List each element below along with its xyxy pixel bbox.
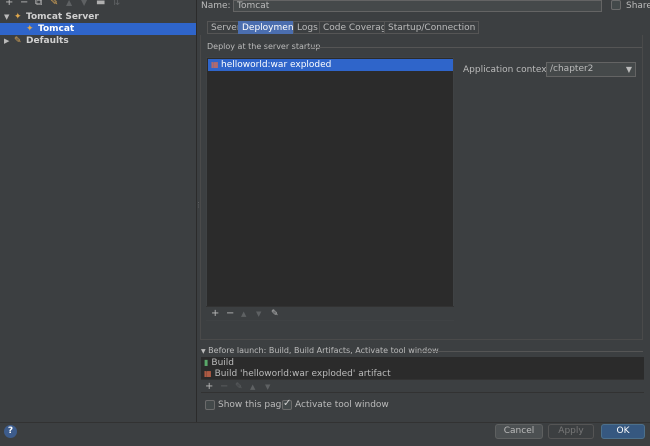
folder-icon[interactable]: ▬ xyxy=(96,0,105,8)
name-label: Name: xyxy=(201,1,231,11)
tree-item-label: Tomcat xyxy=(38,24,75,34)
add-icon[interactable]: + xyxy=(5,0,13,8)
ok-button[interactable]: OK xyxy=(601,424,645,439)
edit-icon[interactable]: ✎ xyxy=(271,308,279,320)
cancel-button[interactable]: Cancel xyxy=(495,424,543,439)
share-label: Share xyxy=(626,1,650,11)
artifact-list[interactable]: ▦ helloworld:war exploded xyxy=(206,57,454,321)
move-up-icon[interactable]: ▲ xyxy=(66,0,72,8)
section-divider xyxy=(420,351,643,352)
before-launch-item-label: Build 'helloworld:war exploded' artifact xyxy=(214,369,391,379)
edit-icon[interactable]: ✎ xyxy=(235,381,243,393)
activate-tool-window-checkbox[interactable] xyxy=(282,398,292,410)
tree-item-defaults[interactable]: ▶ ✎ Defaults xyxy=(0,35,196,47)
deploy-section-title: Deploy at the server startup xyxy=(207,42,321,51)
move-up-icon[interactable]: ▲ xyxy=(250,381,255,393)
show-page-checkbox[interactable] xyxy=(205,400,215,410)
tab-logs[interactable]: Logs xyxy=(293,21,322,34)
configurations-panel: + − ⧉ ✎ ▲ ▼ ▬ ⇅ ▼ ✦ Tomcat Server ✦ Tomc… xyxy=(0,0,196,422)
move-down-icon[interactable]: ▼ xyxy=(265,381,270,393)
artifact-label: helloworld:war exploded xyxy=(221,60,332,70)
before-launch-header[interactable]: ▼ Before launch: Build, Build Artifacts,… xyxy=(201,346,439,355)
before-launch-title: Before launch: Build, Build Artifacts, A… xyxy=(208,346,439,355)
remove-icon[interactable]: − xyxy=(226,308,234,320)
expand-arrow-icon[interactable]: ▼ xyxy=(4,11,9,23)
artifact-icon: ▦ xyxy=(204,369,212,378)
splitter-grip-icon[interactable]: ⋮ xyxy=(195,202,202,211)
list-item-build[interactable]: ▮ Build xyxy=(204,357,234,368)
list-item-artifact[interactable]: ▦ helloworld:war exploded xyxy=(208,59,453,71)
tomcat-icon: ✦ xyxy=(14,12,22,22)
configurations-toolbar: + − ⧉ ✎ ▲ ▼ ▬ ⇅ xyxy=(0,0,196,10)
show-page-label: Show this page xyxy=(218,400,287,410)
move-up-icon[interactable]: ▲ xyxy=(241,308,246,320)
add-icon[interactable]: + xyxy=(211,308,219,320)
build-icon: ▮ xyxy=(204,358,209,367)
collapse-arrow-icon[interactable]: ▼ xyxy=(201,348,206,355)
add-icon[interactable]: + xyxy=(205,381,213,393)
share-checkbox[interactable] xyxy=(611,0,621,10)
remove-icon[interactable]: − xyxy=(220,381,228,393)
name-field[interactable]: Tomcat xyxy=(233,0,602,12)
collapse-arrow-icon[interactable]: ▶ xyxy=(4,35,9,47)
list-item-build-artifact[interactable]: ▦ Build 'helloworld:war exploded' artifac… xyxy=(204,368,391,379)
panel-splitter[interactable] xyxy=(196,0,197,422)
section-divider xyxy=(307,47,642,48)
tree-item-label: Defaults xyxy=(26,36,69,46)
before-launch-item-label: Build xyxy=(211,358,234,368)
wrench-icon[interactable]: ✎ xyxy=(50,0,58,8)
move-down-icon[interactable]: ▼ xyxy=(256,308,261,320)
application-context-select[interactable]: /chapter2 ▼ xyxy=(546,62,636,77)
application-context-label: Application context: xyxy=(463,65,554,75)
tree-item-tomcat[interactable]: ✦ Tomcat xyxy=(0,23,196,35)
artifact-icon: ▦ xyxy=(211,60,219,69)
copy-icon[interactable]: ⧉ xyxy=(35,0,42,8)
tomcat-icon: ✦ xyxy=(26,24,34,34)
tab-deployment[interactable]: Deployment xyxy=(238,21,302,34)
move-down-icon[interactable]: ▼ xyxy=(81,0,87,8)
tree-item-tomcat-server[interactable]: ▼ ✦ Tomcat Server xyxy=(0,11,196,23)
apply-button[interactable]: Apply xyxy=(548,424,594,439)
chevron-down-icon[interactable]: ▼ xyxy=(626,63,632,76)
activate-tool-window-label: Activate tool window xyxy=(295,400,389,410)
artifact-list-toolbar: + − ▲ ▼ ✎ xyxy=(206,306,454,320)
remove-icon[interactable]: − xyxy=(20,0,28,8)
before-launch-toolbar: + − ✎ ▲ ▼ xyxy=(201,379,644,393)
tab-startup-connection[interactable]: Startup/Connection xyxy=(384,21,480,34)
before-launch-list[interactable]: ▮ Build ▦ Build 'helloworld:war exploded' … xyxy=(201,357,644,379)
application-context-value: /chapter2 xyxy=(550,64,594,74)
sort-icon[interactable]: ⇅ xyxy=(112,0,120,8)
tree-item-label: Tomcat Server xyxy=(26,12,99,22)
help-button[interactable]: ? xyxy=(4,425,17,438)
wrench-icon: ✎ xyxy=(14,36,22,46)
